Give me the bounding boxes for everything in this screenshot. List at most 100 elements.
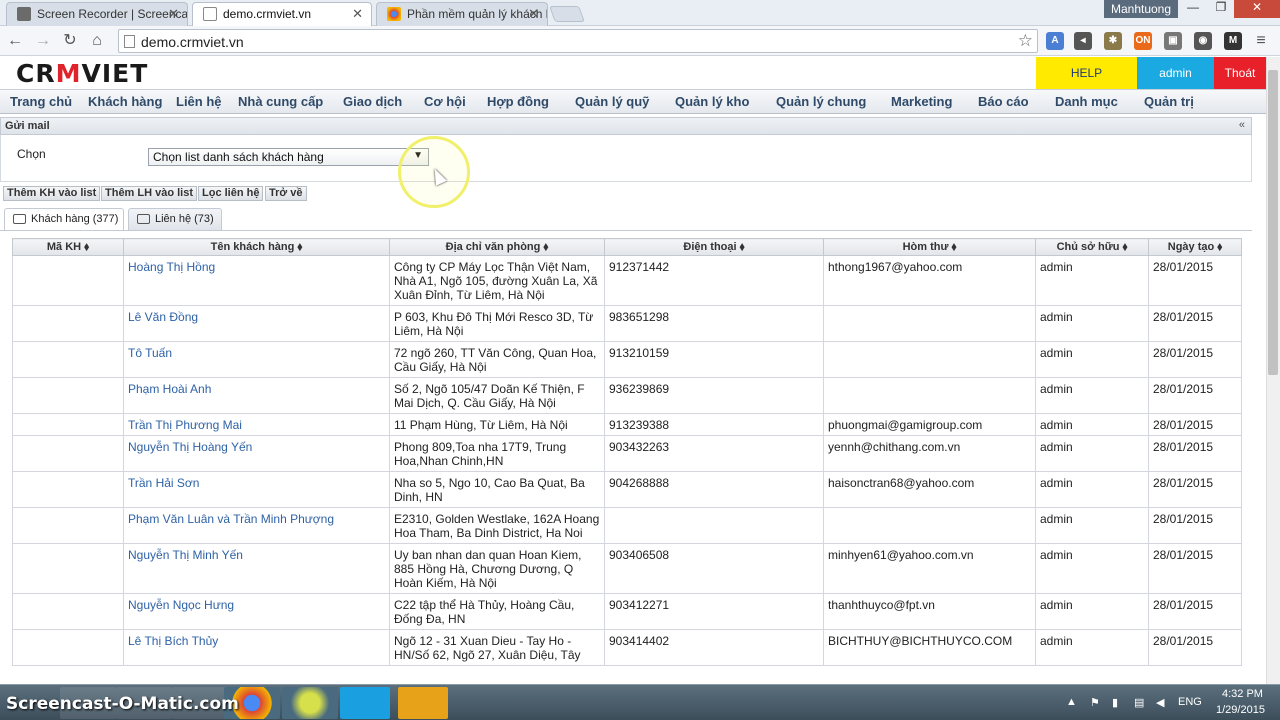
menu-danh-muc[interactable]: Danh mục xyxy=(1055,94,1118,109)
close-tab-icon[interactable]: ✕ xyxy=(528,6,539,22)
extension-icon[interactable]: ◂ xyxy=(1074,32,1092,50)
cell-email xyxy=(823,305,1036,342)
filter-contacts-button[interactable]: Lọc liên hệ xyxy=(198,186,264,201)
browser-tab-crmviet[interactable]: demo.crmviet.vn ✕ xyxy=(192,2,372,26)
restore-icon[interactable]: ❐ xyxy=(1206,0,1236,18)
menu-quan-tri[interactable]: Quản trị xyxy=(1144,94,1194,109)
home-icon[interactable]: ⌂ xyxy=(86,30,108,52)
cell-customer-name[interactable]: Trần Hải Sơn xyxy=(123,471,390,508)
menu-khach-hang[interactable]: Khách hàng xyxy=(88,94,162,109)
col-header-email[interactable]: Hòm thư ⬧ xyxy=(823,238,1036,256)
cell-customer-name[interactable]: Lê Thị Bích Thủy xyxy=(123,629,390,666)
cell-customer-name[interactable]: Nguyễn Ngọc Hưng xyxy=(123,593,390,630)
page-icon xyxy=(124,35,135,48)
new-tab-button[interactable] xyxy=(549,6,585,22)
menu-bao-cao[interactable]: Báo cáo xyxy=(978,94,1029,109)
window-close-icon[interactable]: ✕ xyxy=(1234,0,1280,18)
cell-customer-name[interactable]: Phạm Hoài Anh xyxy=(123,377,390,414)
forward-icon[interactable]: → xyxy=(32,30,54,52)
clock-date[interactable]: 1/29/2015 xyxy=(1216,704,1265,716)
customer-list-select[interactable]: Chọn list danh sách khách hàng ▼ xyxy=(148,148,429,166)
settings-icon[interactable]: ✱ xyxy=(1104,32,1122,50)
tray-expand-icon[interactable]: ▲ xyxy=(1066,696,1078,708)
add-contact-to-list-button[interactable]: Thêm LH vào list xyxy=(101,186,198,201)
menu-co-hoi[interactable]: Cơ hội xyxy=(424,94,466,109)
menu-giao-dich[interactable]: Giao dịch xyxy=(343,94,402,109)
url-text[interactable]: demo.crmviet.vn xyxy=(141,34,244,50)
menu-marketing[interactable]: Marketing xyxy=(891,94,952,109)
scrollbar-thumb[interactable] xyxy=(1268,70,1278,375)
col-header-phone[interactable]: Điện thoại ⬧ xyxy=(604,238,824,256)
flag-icon[interactable]: ⚑ xyxy=(1090,696,1102,709)
cell-customer-name[interactable]: Trần Thị Phương Mai xyxy=(123,413,390,436)
col-header-owner[interactable]: Chủ sở hữu ⬧ xyxy=(1035,238,1149,256)
menu-trang-chu[interactable]: Trang chủ xyxy=(10,94,72,109)
cell-owner: admin xyxy=(1035,255,1149,306)
menu-lien-he[interactable]: Liên hệ xyxy=(176,94,222,109)
cell-customer-name[interactable]: Tô Tuấn xyxy=(123,341,390,378)
cell-office-address: E2310, Golden Westlake, 162A Hoang Hoa T… xyxy=(389,507,605,544)
menu-quan-ly-chung[interactable]: Quản lý chung xyxy=(776,94,866,109)
col-header-office-address[interactable]: Địa chỉ văn phòng ⬧ xyxy=(389,238,605,256)
table-row[interactable]: Lê Thị Bích Thủy Ngõ 12 - 31 Xuan Dieu - … xyxy=(12,629,1242,666)
extension-m-icon[interactable]: M xyxy=(1224,32,1242,50)
table-row[interactable]: Phạm Hoài Anh Số 2, Ngõ 105/47 Doãn Kế Th… xyxy=(12,377,1242,414)
taskbar-app-icon[interactable] xyxy=(282,687,338,719)
add-customer-to-list-button[interactable]: Thêm KH vào list xyxy=(3,186,101,201)
menu-icon[interactable]: ≡ xyxy=(1252,32,1270,50)
cell-customer-name[interactable]: Nguyễn Thị Hoàng Yến xyxy=(123,435,390,472)
cell-customer-name[interactable]: Nguyễn Thị Minh Yến xyxy=(123,543,390,594)
table-row[interactable]: Lê Văn Đồng P 603, Khu Đô Thị Mới Resco 3… xyxy=(12,305,1242,342)
close-tab-icon[interactable]: ✕ xyxy=(168,6,179,22)
col-header-customer-name[interactable]: Tên khách hàng ⬧ xyxy=(123,238,390,256)
browser-tab-crm-page[interactable]: Phần mềm quản lý khách hàng ✕ xyxy=(376,2,548,26)
table-row[interactable]: Nguyễn Thị Minh Yến Uy ban nhan dan quan … xyxy=(12,543,1242,594)
help-button[interactable]: HELP xyxy=(1036,57,1137,89)
menu-quan-ly-quy[interactable]: Quản lý quỹ xyxy=(575,94,649,109)
screen-recorder-icon[interactable] xyxy=(398,687,448,719)
back-button[interactable]: Trở về xyxy=(265,186,307,201)
extension-icon[interactable]: ◉ xyxy=(1194,32,1212,50)
menu-quan-ly-kho[interactable]: Quản lý kho xyxy=(675,94,749,109)
menu-hop-dong[interactable]: Hợp đồng xyxy=(487,94,549,109)
close-tab-icon[interactable]: ✕ xyxy=(352,6,363,22)
bookmark-star-icon[interactable]: ☆ xyxy=(1018,31,1033,51)
admin-button[interactable]: admin xyxy=(1137,57,1214,89)
extension-on-icon[interactable]: ON xyxy=(1134,32,1152,50)
table-row[interactable]: Hoàng Thị Hồng Công ty CP Máy Lọc Thận Vi… xyxy=(12,255,1242,306)
table-row[interactable]: Nguyễn Ngọc Hưng C22 tập thể Hà Thủy, Hoà… xyxy=(12,593,1242,630)
language-indicator[interactable]: ENG xyxy=(1178,696,1202,708)
col-header-customer-id[interactable]: Mã KH ⬧ xyxy=(12,238,124,256)
cell-customer-name[interactable]: Hoàng Thị Hồng xyxy=(123,255,390,306)
translate-icon[interactable]: A xyxy=(1046,32,1064,50)
col-header-created-date[interactable]: Ngày tạo ⬧ xyxy=(1148,238,1242,256)
browser-user-badge[interactable]: Manhtuong xyxy=(1104,0,1178,18)
tab-contacts[interactable]: Liên hệ (73) xyxy=(128,208,222,230)
extension-icon[interactable]: ▣ xyxy=(1164,32,1182,50)
battery-icon[interactable]: ▮ xyxy=(1112,696,1124,709)
network-icon[interactable]: ▤ xyxy=(1134,696,1146,709)
logout-button[interactable]: Thoát xyxy=(1214,57,1266,89)
browser-tab-bar: Screen Recorder | Screencast-O-Matic ✕ d… xyxy=(0,0,1280,26)
table-row[interactable]: Tô Tuấn 72 ngõ 260, TT Văn Công, Quan Hoa… xyxy=(12,341,1242,378)
cell-customer-name[interactable]: Phạm Văn Luân và Trần Minh Phượng xyxy=(123,507,390,544)
collapse-icon[interactable]: « xyxy=(1239,119,1245,131)
browser-tab-screencast[interactable]: Screen Recorder | Screencast-O-Matic ✕ xyxy=(6,2,188,26)
back-icon[interactable]: ← xyxy=(4,30,26,52)
crmviet-logo[interactable]: CRMVIET xyxy=(16,59,148,88)
menu-nha-cung-cap[interactable]: Nhà cung cấp xyxy=(238,94,323,109)
table-row[interactable]: Nguyễn Thị Hoàng Yến Phong 809,Toa nha 17… xyxy=(12,435,1242,472)
tab-customers[interactable]: Khách hàng (377) xyxy=(4,208,124,231)
table-row[interactable]: Phạm Văn Luân và Trần Minh Phượng E2310, … xyxy=(12,507,1242,544)
cell-customer-name[interactable]: Lê Văn Đồng xyxy=(123,305,390,342)
reload-icon[interactable]: ↻ xyxy=(59,30,81,52)
address-bar[interactable]: demo.crmviet.vn ☆ xyxy=(118,29,1038,53)
skype-icon[interactable] xyxy=(340,687,390,719)
cell-phone: 904268888 xyxy=(604,471,824,508)
minimize-icon[interactable]: — xyxy=(1178,0,1208,18)
volume-icon[interactable]: ◀ xyxy=(1156,696,1168,709)
cell-customer-id xyxy=(12,471,124,508)
table-row[interactable]: Trần Hải Sơn Nha so 5, Ngo 10, Cao Ba Qua… xyxy=(12,471,1242,508)
table-row[interactable]: Trần Thị Phương Mai 11 Phạm Hùng, Từ Liêm… xyxy=(12,413,1242,436)
clock-time[interactable]: 4:32 PM xyxy=(1222,688,1263,700)
